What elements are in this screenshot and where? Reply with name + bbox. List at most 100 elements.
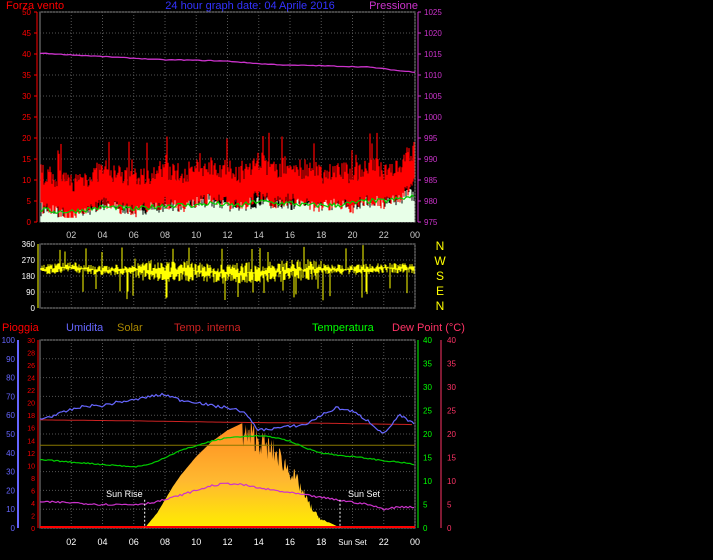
sunrise-annotation: Sun Rise [106, 489, 143, 499]
dew-point-y-tick-label: 0 [447, 524, 452, 533]
rain-label: Pioggia [2, 322, 40, 334]
rain-y-tick-label: 0 [31, 526, 35, 533]
rain-y-tick-label: 16 [27, 426, 35, 433]
wind-x-tick-label: 00 [410, 230, 420, 240]
chart-title: 24 hour graph date: 04 Aprile 2016 [165, 0, 334, 12]
humidity-y-tick-label: 10 [6, 505, 15, 514]
dew-point-y-tick-label: 35 [447, 360, 456, 369]
wind-x-tick-label: 18 [316, 230, 326, 240]
wind-x-tick-label: 10 [191, 230, 201, 240]
humidity-y-tick-label: 50 [6, 430, 15, 439]
dew-point-y-tick-label: 20 [447, 430, 456, 439]
humidity-y-tick-label: 90 [6, 355, 15, 364]
wind-y-tick-label: 0 [27, 218, 32, 227]
temperature-y-tick-label: 30 [423, 383, 432, 392]
dew-point-y-tick-label: 15 [447, 454, 456, 463]
pressure-y-tick-label: 1010 [424, 71, 442, 80]
pressure-y-tick-label: 990 [424, 155, 438, 164]
wind-x-tick-label: 02 [66, 230, 76, 240]
wind-y-tick-label: 50 [22, 8, 31, 17]
compass-label: W [434, 254, 446, 268]
rain-y-tick-label: 14 [27, 438, 35, 445]
rain-y-tick-label: 12 [27, 451, 35, 458]
humidity-y-tick-label: 30 [6, 468, 15, 477]
pressure-y-tick-label: 1015 [424, 50, 442, 59]
internal-temp-label: Temp. interna [174, 322, 242, 334]
wind-y-tick-label: 15 [22, 155, 31, 164]
wind-x-tick-label: 22 [379, 230, 389, 240]
weather-graph: Forza vento 24 hour graph date: 04 Aprile… [0, 0, 713, 555]
temperature-y-tick-label: 20 [423, 430, 432, 439]
wind-x-tick-label: 20 [347, 230, 357, 240]
rain-y-tick-label: 22 [27, 388, 35, 395]
direction-y-tick-label: 270 [22, 256, 36, 265]
climate-x-tick-label: 16 [285, 537, 295, 547]
rain-y-tick-label: 20 [27, 401, 35, 408]
compass-label: S [436, 269, 444, 283]
direction-y-tick-label: 0 [31, 304, 36, 313]
pressure-y-tick-label: 995 [424, 134, 438, 143]
climate-x-tick-label: 00 [410, 537, 420, 547]
humidity-y-tick-label: 0 [11, 524, 16, 533]
wind-x-tick-label: 04 [97, 230, 107, 240]
wind-x-tick-label: 16 [285, 230, 295, 240]
climate-x-tick-label: 14 [254, 537, 264, 547]
pressure-y-tick-label: 1025 [424, 8, 442, 17]
pressure-y-tick-label: 980 [424, 197, 438, 206]
humidity-label: Umidita [66, 322, 104, 334]
solar-label: Solar [117, 322, 143, 334]
humidity-y-tick-label: 100 [2, 336, 16, 345]
dew-point-y-tick-label: 30 [447, 383, 456, 392]
wind-y-tick-label: 10 [22, 176, 31, 185]
wind-x-tick-label: 08 [160, 230, 170, 240]
humidity-y-tick-label: 80 [6, 374, 15, 383]
humidity-y-tick-label: 40 [6, 449, 15, 458]
rain-y-tick-label: 8 [31, 476, 35, 483]
direction-y-tick-label: 180 [22, 272, 36, 281]
temperature-y-tick-label: 35 [423, 360, 432, 369]
climate-x-tick-label: 12 [222, 537, 232, 547]
rain-y-tick-label: 26 [27, 363, 35, 370]
temperature-label: Temperatura [312, 322, 375, 334]
rain-y-tick-label: 28 [27, 351, 35, 358]
humidity-y-tick-label: 60 [6, 411, 15, 420]
temperature-y-tick-label: 40 [423, 336, 432, 345]
temperature-y-tick-label: 15 [423, 454, 432, 463]
rain-y-tick-label: 4 [31, 501, 35, 508]
climate-x-tick-label: 02 [66, 537, 76, 547]
temperature-y-tick-label: 25 [423, 407, 432, 416]
wind-y-tick-label: 40 [22, 50, 31, 59]
rain-y-tick-label: 10 [27, 463, 35, 470]
pressure-y-tick-label: 1000 [424, 113, 442, 122]
wind-y-tick-label: 35 [22, 71, 31, 80]
dew-point-y-tick-label: 10 [447, 477, 456, 486]
climate-x-tick-label: 06 [129, 537, 139, 547]
sunset-annotation: Sun Set [348, 489, 381, 499]
pressure-y-tick-label: 1005 [424, 92, 442, 101]
wind-y-tick-label: 5 [27, 197, 32, 206]
pressure-y-tick-label: 1020 [424, 29, 442, 38]
temperature-y-tick-label: 10 [423, 477, 432, 486]
climate-x-tick-label: 04 [97, 537, 107, 547]
dew-point-y-tick-label: 5 [447, 501, 452, 510]
compass-label: N [436, 299, 445, 313]
compass-label: N [436, 239, 445, 253]
temperature-y-tick-label: 0 [423, 524, 428, 533]
climate-x-tick-label: 22 [379, 537, 389, 547]
rain-y-tick-label: 2 [31, 513, 35, 520]
rain-y-tick-label: 6 [31, 488, 35, 495]
wind-y-tick-label: 20 [22, 134, 31, 143]
wind-x-tick-label: 14 [254, 230, 264, 240]
direction-y-tick-label: 360 [22, 240, 36, 249]
rain-y-tick-label: 24 [27, 376, 35, 383]
wind-y-tick-label: 30 [22, 92, 31, 101]
wind-x-tick-label: 06 [129, 230, 139, 240]
chart-canvas: Forza vento 24 hour graph date: 04 Aprile… [2, 0, 465, 547]
pressure-axis-label: Pressione [369, 0, 418, 12]
temperature-y-tick-label: 5 [423, 501, 428, 510]
humidity-y-tick-label: 70 [6, 392, 15, 401]
climate-x-tick-label: Sun Set [338, 538, 367, 547]
dew-point-label: Dew Point (°C) [392, 322, 465, 334]
pressure-y-tick-label: 975 [424, 218, 438, 227]
compass-label: E [436, 284, 444, 298]
